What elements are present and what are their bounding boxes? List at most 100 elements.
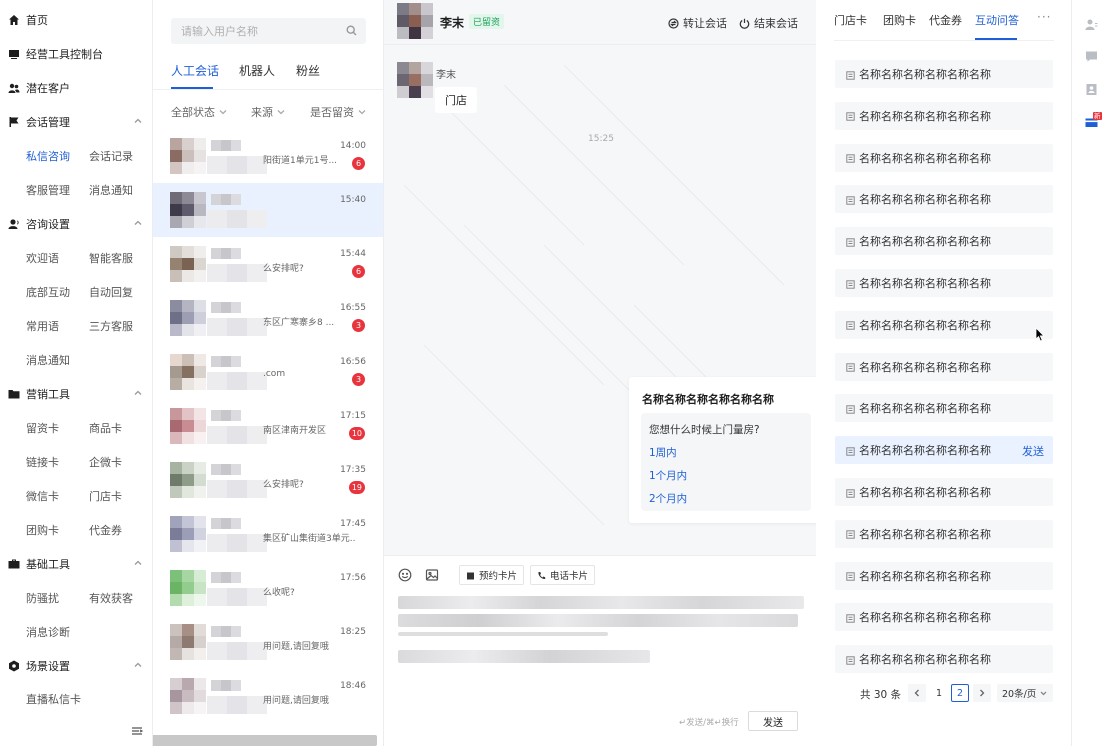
conversation-item[interactable]: 么安排呢? 17:35 19	[153, 453, 383, 507]
send-button[interactable]: 发送	[748, 711, 798, 731]
qa-item[interactable]: 名称名称名称名称名称名称	[835, 603, 1053, 632]
tab-fans[interactable]: 粉丝	[296, 62, 320, 82]
nav-sub-wechat-card[interactable]: 微信卡	[26, 488, 59, 506]
conversation-item[interactable]: 么安排呢? 15:44 6	[153, 237, 383, 291]
conversation-item[interactable]: 东区广寒寨乡8 ... 16:55 3	[153, 291, 383, 345]
tab-store-card[interactable]: 门店卡	[834, 12, 867, 28]
nav-sub-welcome[interactable]: 欢迎语	[26, 250, 59, 268]
conversation-item[interactable]: .com 16:56 3	[153, 345, 383, 399]
nav-basic-tools[interactable]: 基础工具	[0, 551, 153, 577]
image-icon[interactable]	[425, 568, 439, 582]
page-2-button[interactable]: 2	[951, 684, 969, 702]
filter-status[interactable]: 全部状态	[171, 104, 227, 120]
nav-sub-private-consult[interactable]: 私信咨询	[26, 148, 70, 166]
nav-sub-cs-mgmt[interactable]: 客服管理	[26, 182, 70, 200]
prev-page-button[interactable]	[908, 684, 926, 702]
qa-item[interactable]: 名称名称名称名称名称名称	[835, 394, 1053, 423]
card-option[interactable]: 1周内	[649, 445, 677, 460]
chat-bubble-icon[interactable]	[1085, 50, 1098, 63]
collapse-menu-icon[interactable]	[131, 726, 144, 736]
qa-item[interactable]: 名称名称名称名称名称名称	[835, 310, 1053, 339]
qa-item[interactable]: 名称名称名称名称名称名称	[835, 227, 1053, 256]
nav-sub-session-records[interactable]: 会话记录	[89, 148, 133, 166]
nav-sub-msg-diagnosis[interactable]: 消息诊断	[26, 624, 70, 642]
nav-sub-effective-acq[interactable]: 有效获客	[89, 590, 133, 608]
next-page-button[interactable]	[973, 684, 991, 702]
nav-sub-product-card[interactable]: 商品卡	[89, 420, 122, 438]
conversation-item[interactable]: 南区津南开发区 17:15 10	[153, 399, 383, 453]
qa-send-button[interactable]: 发送	[1022, 443, 1044, 459]
qa-item[interactable]: 名称名称名称名称名称名称	[835, 60, 1053, 88]
filter-source[interactable]: 来源	[251, 104, 285, 120]
list-scrollbar[interactable]	[153, 735, 377, 746]
qa-item[interactable]: 名称名称名称名称名称名称	[835, 352, 1053, 381]
nav-sub-lead-card[interactable]: 留资卡	[26, 420, 59, 438]
nav-marketing[interactable]: 营销工具	[0, 381, 153, 407]
qa-item[interactable]: 名称名称名称名称名称名称	[835, 101, 1053, 130]
chevron-up-icon	[133, 558, 143, 568]
qa-item[interactable]: 名称名称名称名称名称名称	[835, 478, 1053, 506]
tab-voucher[interactable]: 代金券	[929, 12, 962, 28]
nav-sub-msg-notify-2[interactable]: 消息通知	[26, 352, 70, 370]
user-card-icon[interactable]	[1085, 18, 1098, 31]
nav-sub-third-party-cs[interactable]: 三方客服	[89, 318, 133, 336]
qa-item[interactable]: 名称名称名称名称名称名称	[835, 519, 1053, 548]
card-option[interactable]: 1个月内	[649, 468, 687, 483]
nav-sub-store-card[interactable]: 门店卡	[89, 488, 122, 506]
tab-human-session[interactable]: 人工会话	[171, 62, 219, 82]
qa-item[interactable]: 名称名称名称名称名称名称	[835, 269, 1053, 297]
qa-item[interactable]: 名称名称名称名称名称名称	[835, 645, 1053, 674]
nav-sub-live-dm-card[interactable]: 直播私信卡	[26, 691, 81, 709]
qa-item[interactable]: 名称名称名称名称名称名称 发送	[835, 436, 1053, 465]
nav-sub-anti-harass[interactable]: 防骚扰	[26, 590, 59, 608]
nav-sub-bottom-interact[interactable]: 底部互动	[26, 284, 70, 302]
nav-leads[interactable]: 潜在客户	[0, 75, 153, 101]
nav-home[interactable]: 首页	[0, 7, 153, 33]
nav-console[interactable]: 经营工具控制台	[0, 41, 153, 67]
conversation-item[interactable]: 阳街道1单元1号... 14:00 6	[153, 129, 383, 183]
page-1-button[interactable]: 1	[930, 684, 948, 702]
end-session-button[interactable]: 结束会话	[739, 15, 798, 31]
nav-sub-msg-notify[interactable]: 消息通知	[89, 182, 133, 200]
time-separator: 15:25	[588, 134, 614, 144]
flag-icon	[8, 116, 20, 128]
nav-sub-wecom-card[interactable]: 企微卡	[89, 454, 122, 472]
search-icon[interactable]	[346, 25, 357, 36]
qa-item[interactable]: 名称名称名称名称名称名称	[835, 185, 1053, 214]
nav-scene-settings[interactable]: 场景设置	[0, 653, 153, 679]
conversation-item[interactable]: 集区矿山集街道3单元... 17:45	[153, 507, 383, 561]
tab-interactive-qa[interactable]: 互动问答	[975, 12, 1019, 28]
conversation-item[interactable]: 15:40	[153, 183, 383, 237]
qa-item[interactable]: 名称名称名称名称名称名称	[835, 561, 1053, 590]
conversation-item[interactable]: 用问题,请回复哦 18:46	[153, 669, 383, 723]
booking-card-button[interactable]: 预约卡片	[459, 565, 525, 585]
nav-session-mgmt[interactable]: 会话管理	[0, 109, 153, 135]
qa-item[interactable]: 名称名称名称名称名称名称	[835, 143, 1053, 172]
card-option[interactable]: 2个月内	[649, 491, 687, 506]
conversation-item[interactable]: 么收呢? 17:56	[153, 561, 383, 615]
conversation-preview: 用问题,请回复哦	[263, 642, 329, 652]
nav-consult-settings[interactable]: 咨询设置	[0, 211, 153, 237]
emoji-icon[interactable]	[398, 568, 412, 582]
phone-card-button[interactable]: 电话卡片	[530, 565, 596, 585]
conversation-time: 16:56	[340, 357, 366, 367]
briefcase-icon	[8, 558, 20, 570]
tab-group-card[interactable]: 团购卡	[883, 12, 916, 28]
transfer-session-button[interactable]: 转让会话	[668, 15, 727, 31]
nav-sub-group-card[interactable]: 团购卡	[26, 522, 59, 540]
filter-lead-status[interactable]: 是否留资	[310, 104, 366, 120]
qa-item-label: 名称名称名称名称名称名称	[859, 402, 991, 416]
nav-sub-voucher[interactable]: 代金券	[89, 522, 122, 540]
search-input[interactable]	[171, 18, 366, 44]
tab-robot[interactable]: 机器人	[239, 62, 275, 82]
conversation-item[interactable]: 用问题,请回复哦 18:25	[153, 615, 383, 669]
contact-book-icon[interactable]	[1085, 83, 1098, 96]
conversation-preview: 用问题,请回复哦	[263, 696, 329, 706]
more-tabs-button[interactable]: ···	[1037, 10, 1051, 24]
nav-sub-link-card[interactable]: 链接卡	[26, 454, 59, 472]
page-size-select[interactable]: 20条/页	[997, 684, 1053, 702]
nav-sub-smart-cs[interactable]: 智能客服	[89, 250, 133, 268]
blurred-preview	[207, 156, 267, 174]
nav-sub-auto-reply[interactable]: 自动回复	[89, 284, 133, 302]
nav-sub-common-phrases[interactable]: 常用语	[26, 318, 59, 336]
